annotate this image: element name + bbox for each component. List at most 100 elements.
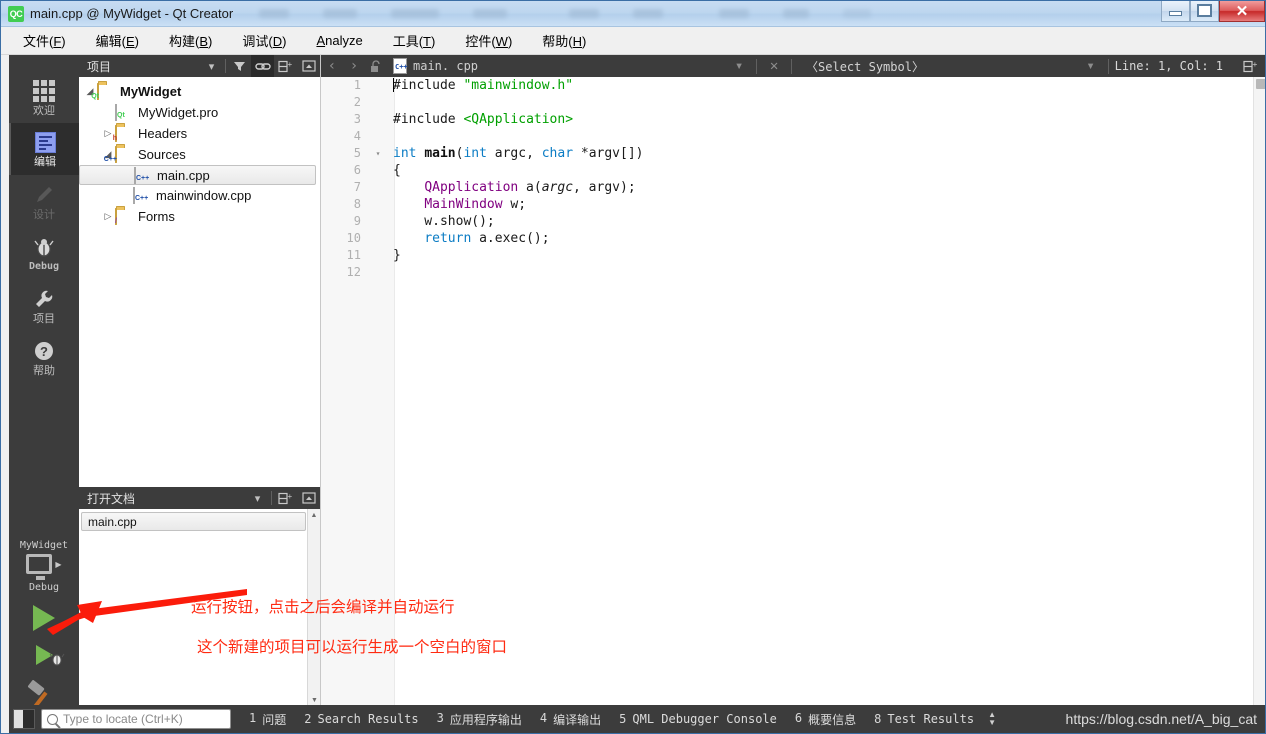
tree-item-Forms[interactable]: / Forms (79, 206, 320, 227)
code-line[interactable]: 4 (321, 128, 1265, 145)
output-pane-tab-1[interactable]: 1 问题 (249, 711, 286, 728)
open-document-item[interactable]: main.cpp (81, 512, 306, 531)
run-button[interactable] (9, 605, 79, 631)
locator-input[interactable]: Type to locate (Ctrl+K) (41, 709, 231, 729)
code-text: MainWindow w; (424, 197, 527, 212)
link-icon[interactable] (251, 55, 274, 77)
close-button[interactable]: ✕ (1219, 1, 1265, 22)
chevron-down-icon[interactable]: ▾ (200, 55, 223, 77)
code-editor[interactable]: 1 #include "mainwindow.h" 2 3 #include <QApp… (321, 77, 1265, 707)
tree-item-label: main.cpp (157, 167, 210, 183)
close-editor-icon[interactable]: ✕ (763, 55, 785, 77)
mode-item-Debug[interactable]: Debug (9, 227, 79, 279)
code-line[interactable]: 11} (321, 247, 1265, 264)
chevron-down-icon[interactable]: ▾ (246, 487, 269, 509)
menu-item-6[interactable]: 工具(T) (383, 27, 446, 54)
code-text: { (393, 163, 401, 178)
menu-item-1[interactable]: 文件(F) (13, 27, 76, 54)
output-pane-label: Test Results (887, 712, 975, 726)
grid-icon (33, 79, 55, 102)
kit-selector[interactable]: ▶ (9, 554, 79, 580)
symbol-selector[interactable]: 〈Select Symbol〉 (798, 58, 924, 75)
code-line[interactable]: 9 w.show(); (321, 213, 1265, 230)
stepper-down-icon[interactable]: ▼ (988, 719, 996, 727)
debug-button[interactable] (9, 645, 79, 666)
code-line[interactable]: 6{ (321, 162, 1265, 179)
desktop-kit-icon (26, 554, 53, 580)
file-dropdown-icon[interactable]: ▾ (728, 55, 750, 77)
menu-item-2[interactable]: 编辑(E) (86, 27, 149, 54)
code-lines[interactable]: 1 #include "mainwindow.h" 2 3 #include <QApp… (321, 77, 1265, 707)
collapse-icon[interactable] (297, 55, 320, 77)
tree-item-main.cpp[interactable]: C++ main.cpp (79, 165, 316, 185)
svg-text:?: ? (40, 344, 48, 359)
twisty-closed-icon[interactable] (101, 211, 115, 222)
collapse-icon[interactable] (297, 487, 320, 509)
unlock-icon[interactable] (365, 55, 387, 77)
kit-name-label: MyWidget (19, 540, 69, 551)
output-pane-tab-4[interactable]: 4 编译输出 (540, 711, 601, 728)
project-tree[interactable]: Qt MyWidget Qt MyWidget.pro h Headers C++ Sourc… (79, 77, 320, 487)
current-file-name: main. cpp (413, 59, 479, 73)
sources-folder-icon: C++ (104, 146, 133, 163)
headers-folder-icon: h (113, 125, 133, 142)
scrollbar-thumb[interactable] (1256, 79, 1265, 89)
forms-folder-icon: / (115, 208, 133, 225)
tree-item-Headers[interactable]: h Headers (79, 123, 320, 144)
output-pane-number: 1 (249, 710, 257, 725)
output-pane-tab-3[interactable]: 3 应用程序输出 (437, 711, 522, 728)
annotation-text-line2: 这个新建的项目可以运行生成一个空白的窗口 (197, 638, 508, 656)
code-line[interactable]: 2 (321, 94, 1265, 111)
tree-item-label: MyWidget (120, 84, 182, 99)
navigate-forward-icon[interactable]: › (343, 55, 365, 77)
menu-item-5[interactable]: Analyze (306, 29, 372, 52)
output-pane-tab-2[interactable]: 2 Search Results (304, 712, 418, 726)
menu-item-4[interactable]: 调试(D) (232, 27, 296, 54)
tree-item-MyWidget.pro[interactable]: Qt MyWidget.pro (79, 102, 320, 123)
output-pane-tabs[interactable]: 1 问题 2 Search Results 3 应用程序输出 4 编译输出 5 QML Debug… (249, 711, 974, 728)
code-line[interactable]: 3 #include <QApplication> (321, 111, 1265, 128)
mode-item-欢迎[interactable]: 欢迎 (9, 71, 79, 123)
split-icon[interactable]: + (274, 487, 297, 509)
menu-item-8[interactable]: 帮助(H) (532, 27, 596, 54)
pencil-icon (37, 186, 52, 202)
mode-item-帮助[interactable]: ? 帮助 (9, 331, 79, 383)
code-line[interactable]: 12 (321, 264, 1265, 281)
split-icon[interactable]: + (274, 55, 297, 77)
output-pane-stepper[interactable]: ▲ ▼ (988, 711, 996, 727)
window-title: main.cpp @ MyWidget - Qt Creator (30, 6, 234, 21)
mode-item-项目[interactable]: 项目 (9, 279, 79, 331)
document-icon (34, 132, 56, 153)
code-line[interactable]: 8 MainWindow w; (321, 196, 1265, 213)
cpp-file-icon: C++ (133, 187, 151, 204)
tree-item-label: Sources (138, 147, 186, 162)
mode-item-编辑[interactable]: 编辑 (9, 123, 79, 175)
output-pane-number: 8 (874, 712, 882, 726)
code-line[interactable]: 7 QApplication a(argc, argv); (321, 179, 1265, 196)
code-line[interactable]: 5 ▾ int main(int argc, char *argv[]) (321, 145, 1265, 162)
tree-item-MyWidget[interactable]: Qt MyWidget (79, 81, 320, 102)
sidebar-toggle-icon[interactable] (13, 709, 35, 729)
cpp-file-icon: C++ (134, 166, 152, 184)
editor-scrollbar[interactable] (1253, 77, 1265, 707)
code-line[interactable]: 1 #include "mainwindow.h" (321, 77, 1265, 94)
output-pane-tab-6[interactable]: 6 概要信息 (795, 711, 856, 728)
navigate-back-icon[interactable]: ‹ (321, 55, 343, 77)
symbol-dropdown-icon[interactable]: ▾ (1080, 55, 1102, 77)
tree-item-Sources[interactable]: C++ Sources (79, 144, 320, 165)
minimize-button[interactable] (1161, 1, 1190, 22)
maximize-restore-button[interactable] (1190, 1, 1219, 22)
output-pane-number: 3 (436, 710, 444, 725)
current-file-selector[interactable]: C++ main. cpp (387, 58, 478, 74)
fold-marker[interactable]: ▾ (369, 145, 387, 162)
split-editor-icon[interactable]: + (1239, 55, 1261, 77)
output-pane-tab-5[interactable]: 5 QML Debugger Console (619, 712, 777, 726)
output-pane-label: 应用程序输出 (449, 712, 522, 727)
filter-icon[interactable] (228, 55, 251, 77)
code-line[interactable]: 10 return a.exec(); (321, 230, 1265, 247)
menu-item-3[interactable]: 构建(B) (159, 27, 222, 54)
tree-item-mainwindow.cpp[interactable]: C++ mainwindow.cpp (79, 185, 320, 206)
output-pane-tab-8[interactable]: 8 Test Results (874, 712, 974, 726)
scroll-up-icon[interactable]: ▲ (308, 509, 320, 522)
menu-item-7[interactable]: 控件(W) (455, 27, 522, 54)
